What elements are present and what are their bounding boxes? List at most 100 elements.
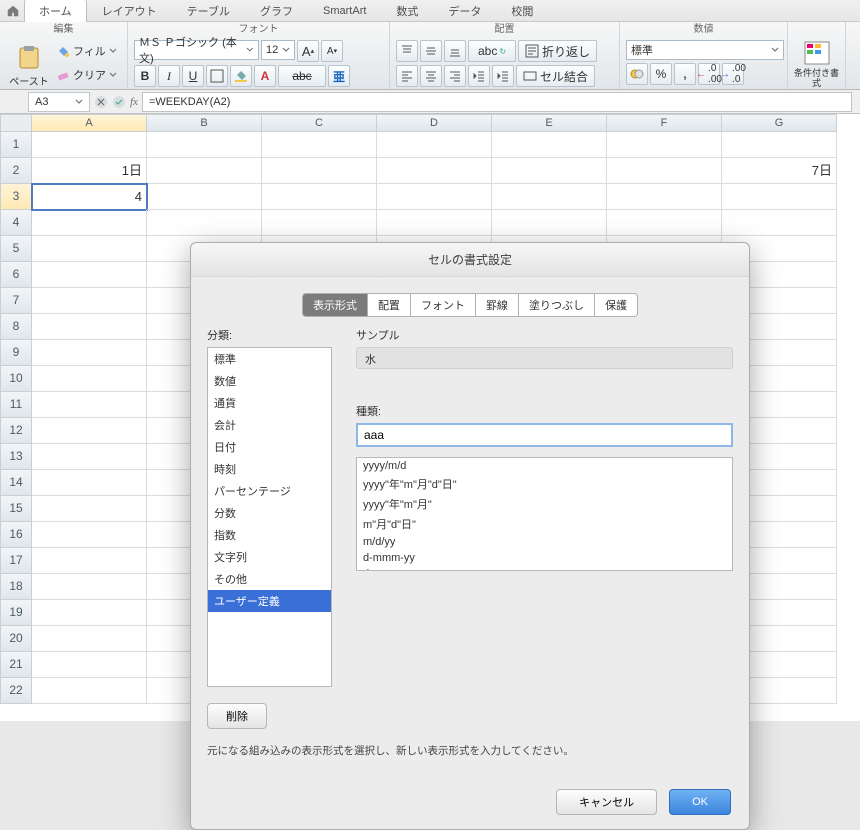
cell[interactable] <box>147 210 262 236</box>
align-right-button[interactable] <box>444 65 466 87</box>
orientation-button[interactable]: abc↻ <box>468 40 516 62</box>
cell[interactable] <box>607 158 722 184</box>
cell[interactable]: 4 <box>32 184 147 210</box>
type-list[interactable]: yyyy/m/dyyyy"年"m"月"d"日"yyyy"年"m"月"m"月"d"… <box>356 457 733 571</box>
row-header[interactable]: 4 <box>0 210 32 236</box>
cell[interactable] <box>32 392 147 418</box>
column-header[interactable]: B <box>147 114 262 132</box>
cell[interactable] <box>147 132 262 158</box>
number-format-select[interactable]: 標準 <box>626 40 784 60</box>
row-header[interactable]: 19 <box>0 600 32 626</box>
select-all-corner[interactable] <box>0 114 32 132</box>
column-header[interactable]: A <box>32 114 147 132</box>
type-item[interactable]: yyyy"年"m"月"d"日" <box>357 474 732 494</box>
border-button[interactable] <box>206 65 228 87</box>
row-header[interactable]: 10 <box>0 366 32 392</box>
cell[interactable] <box>147 158 262 184</box>
cell[interactable] <box>32 314 147 340</box>
column-header[interactable]: E <box>492 114 607 132</box>
cell[interactable] <box>32 522 147 548</box>
ribbon-tab-layout[interactable]: レイアウト <box>87 0 172 22</box>
row-header[interactable]: 21 <box>0 652 32 678</box>
row-header[interactable]: 11 <box>0 392 32 418</box>
row-header[interactable]: 17 <box>0 548 32 574</box>
confirm-formula-icon[interactable] <box>112 95 126 109</box>
delete-button[interactable]: 削除 <box>207 703 267 729</box>
cell[interactable] <box>377 184 492 210</box>
cell[interactable] <box>32 262 147 288</box>
cell[interactable] <box>32 470 147 496</box>
row-header[interactable]: 18 <box>0 574 32 600</box>
column-header[interactable]: C <box>262 114 377 132</box>
cell[interactable] <box>32 236 147 262</box>
cell[interactable] <box>32 626 147 652</box>
decrease-decimal-button[interactable]: →.00.0 <box>722 63 744 85</box>
italic-button[interactable]: I <box>158 65 180 87</box>
fill-color-button[interactable] <box>230 65 252 87</box>
ribbon-tab-table[interactable]: テーブル <box>172 0 245 22</box>
cancel-formula-icon[interactable] <box>94 95 108 109</box>
cell[interactable] <box>32 132 147 158</box>
row-header[interactable]: 6 <box>0 262 32 288</box>
cell[interactable]: 1日 <box>32 158 147 184</box>
cell[interactable] <box>722 132 837 158</box>
cell[interactable] <box>377 210 492 236</box>
cell[interactable] <box>32 600 147 626</box>
currency-button[interactable] <box>626 63 648 85</box>
dialog-tab-fill[interactable]: 塗りつぶし <box>519 293 595 317</box>
category-item[interactable]: 標準 <box>208 348 331 370</box>
column-header[interactable]: F <box>607 114 722 132</box>
ribbon-tab-data[interactable]: データ <box>433 0 496 22</box>
indent-inc-button[interactable] <box>492 65 514 87</box>
category-item[interactable]: 数値 <box>208 370 331 392</box>
cell[interactable] <box>32 548 147 574</box>
align-center-button[interactable] <box>420 65 442 87</box>
cell[interactable] <box>377 132 492 158</box>
ok-button[interactable]: OK <box>669 789 731 815</box>
column-header[interactable]: D <box>377 114 492 132</box>
category-item[interactable]: ユーザー定義 <box>208 590 331 612</box>
cell[interactable] <box>147 184 262 210</box>
cell[interactable] <box>607 132 722 158</box>
cell[interactable] <box>32 574 147 600</box>
fx-icon[interactable]: fx <box>130 96 138 108</box>
row-header[interactable]: 15 <box>0 496 32 522</box>
font-name-select[interactable]: ＭＳ Ｐゴシック (本文) <box>134 40 259 60</box>
increase-decimal-button[interactable]: ←.0.00 <box>698 63 720 85</box>
font-size-select[interactable]: 12 <box>261 40 295 60</box>
row-header[interactable]: 22 <box>0 678 32 704</box>
dialog-tab-protection[interactable]: 保護 <box>595 293 638 317</box>
comma-button[interactable]: , <box>674 63 696 85</box>
cell[interactable] <box>607 184 722 210</box>
category-item[interactable]: 文字列 <box>208 546 331 568</box>
fill-button[interactable]: フィル <box>56 40 117 62</box>
cell[interactable] <box>722 210 837 236</box>
merge-cells-button[interactable]: セル結合 <box>516 65 595 87</box>
category-item[interactable]: 分数 <box>208 502 331 524</box>
cell[interactable]: 7日 <box>722 158 837 184</box>
dialog-tab-border[interactable]: 罫線 <box>476 293 519 317</box>
ribbon-tab-formula[interactable]: 数式 <box>381 0 433 22</box>
type-item[interactable]: m"月"d"日" <box>357 514 732 534</box>
font-color-button[interactable]: A <box>254 65 276 87</box>
cell[interactable] <box>492 132 607 158</box>
row-header[interactable]: 12 <box>0 418 32 444</box>
row-header[interactable]: 2 <box>0 158 32 184</box>
ribbon-tab-smartart[interactable]: SmartArt <box>308 1 381 20</box>
percent-button[interactable]: % <box>650 63 672 85</box>
cell[interactable] <box>492 210 607 236</box>
cell[interactable] <box>32 418 147 444</box>
ruby-button[interactable]: abc <box>278 65 326 87</box>
cell[interactable] <box>32 652 147 678</box>
type-item[interactable]: yyyy"年"m"月" <box>357 494 732 514</box>
align-left-button[interactable] <box>396 65 418 87</box>
row-header[interactable]: 7 <box>0 288 32 314</box>
row-header[interactable]: 9 <box>0 340 32 366</box>
category-item[interactable]: パーセンテージ <box>208 480 331 502</box>
cell[interactable] <box>32 340 147 366</box>
dialog-tab-font[interactable]: フォント <box>411 293 476 317</box>
column-header[interactable]: G <box>722 114 837 132</box>
bold-button[interactable]: B <box>134 65 156 87</box>
formula-input[interactable]: =WEEKDAY(A2) <box>142 92 852 112</box>
cancel-button[interactable]: キャンセル <box>556 789 657 815</box>
